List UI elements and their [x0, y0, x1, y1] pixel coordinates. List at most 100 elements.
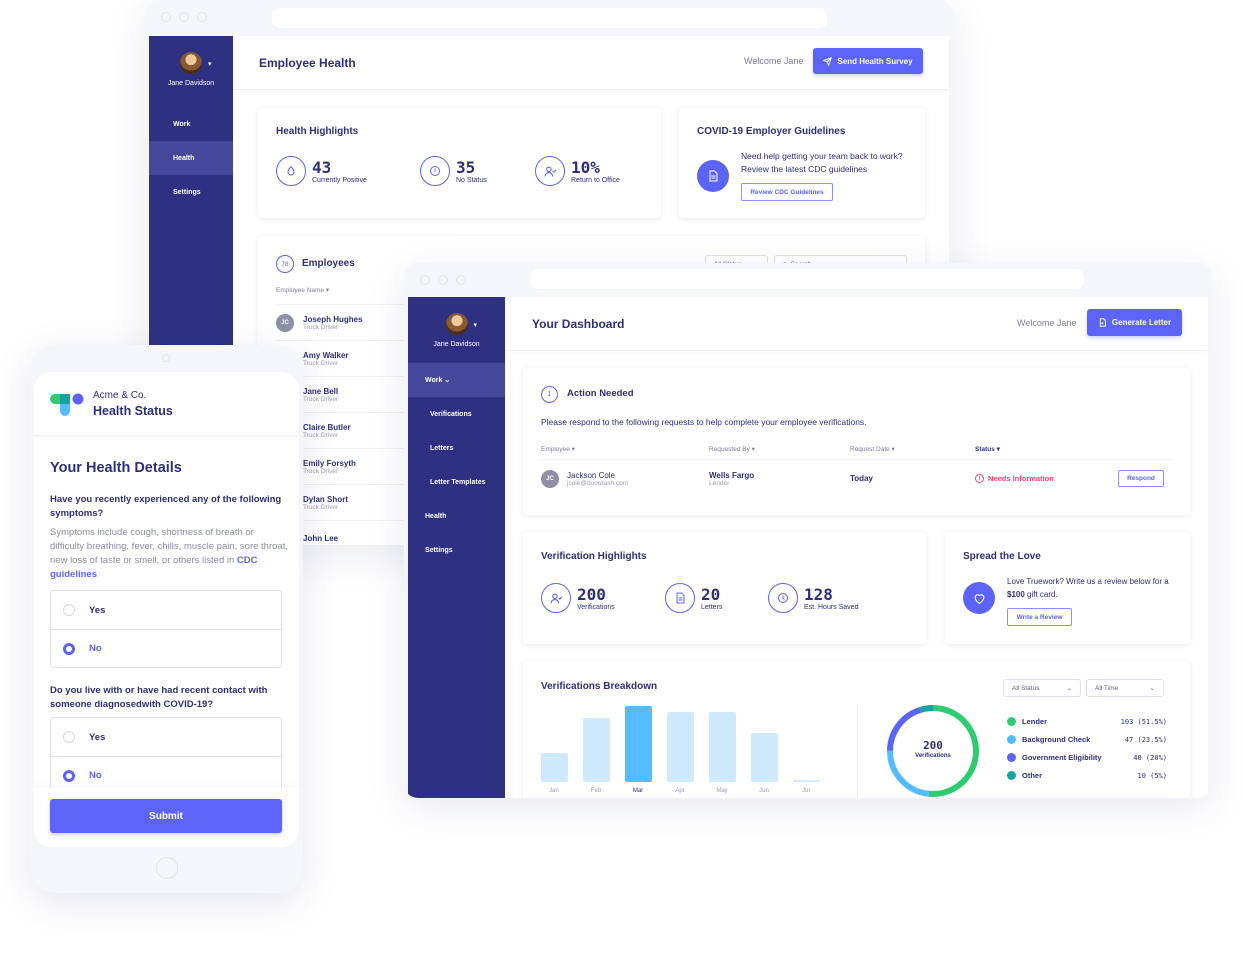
request-date: Today: [850, 474, 873, 483]
sidebar-item-label: Settings: [173, 188, 201, 196]
write-a-review-button[interactable]: Write a Review: [1007, 608, 1072, 626]
stat-value: 20: [701, 584, 721, 604]
stat-label: No Status: [456, 176, 487, 184]
respond-button[interactable]: Respond: [1118, 470, 1164, 487]
employee-role: Truck Driver: [303, 359, 339, 367]
employee-name: Jackson Cole: [567, 471, 616, 480]
guidelines-text: Need help getting your team back to work…: [741, 151, 903, 174]
legend-label: Background Check: [1022, 735, 1091, 744]
home-button[interactable]: [156, 857, 178, 879]
column-status[interactable]: Status ▾: [975, 445, 1000, 453]
sidebar-item-health[interactable]: Health: [149, 141, 233, 175]
submit-bar: Submit: [34, 788, 299, 847]
radio-button-selected[interactable]: [63, 769, 75, 782]
table-row[interactable]: JC Jackson Cole jcole@doordash.com Wells …: [541, 460, 1172, 498]
x-tick-label: Apr: [675, 788, 685, 794]
bar-jan[interactable]: [541, 753, 568, 782]
sidebar-item-work[interactable]: Work: [149, 107, 233, 141]
legend-value: 103 (51.5%): [1120, 717, 1167, 726]
sidebar-item-verifications[interactable]: Verifications: [408, 397, 505, 431]
x-tick-label: May: [716, 788, 728, 794]
window-dot[interactable]: [420, 275, 430, 285]
stat-value: 43: [312, 157, 332, 177]
bar-may[interactable]: [709, 712, 736, 782]
sidebar-item-label: Work: [173, 120, 191, 128]
company-logo-icon: [50, 393, 84, 416]
company-name: Acme & Co.: [93, 390, 147, 401]
time-filter[interactable]: All Time ⌄: [1086, 679, 1164, 697]
avatar[interactable]: ▾: [445, 313, 477, 335]
employee-name: Claire Butler: [303, 422, 351, 432]
main-content: Your Dashboard Welcome Jane Generate Let…: [505, 297, 1208, 798]
bar-feb[interactable]: [583, 718, 610, 782]
select-value: All Status: [1012, 684, 1040, 692]
status-filter[interactable]: All Status ⌄: [1003, 679, 1081, 697]
option-no[interactable]: No: [51, 629, 281, 667]
radio-button[interactable]: [63, 604, 75, 616]
alert-icon: !: [975, 474, 984, 483]
select-value: All Time: [1095, 684, 1119, 692]
covid-guidelines-card: COVID-19 Employer Guidelines Need help g…: [679, 108, 925, 218]
sidebar-item-settings[interactable]: Settings: [408, 533, 505, 567]
user-menu[interactable]: ▾ Jane Davidson: [408, 297, 505, 348]
verification-highlights-card: Verification Highlights 200 Verifications…: [523, 532, 926, 644]
column-requested-by[interactable]: Requested By ▾: [709, 445, 755, 453]
send-health-survey-button[interactable]: Send Health Survey: [813, 48, 923, 74]
review-cdc-guidelines-button[interactable]: Review CDC Guidelines: [741, 183, 833, 201]
dashboard-window: ▾ Jane Davidson Work ⌄ Verifications Let…: [404, 263, 1212, 798]
bar-apr[interactable]: [667, 712, 694, 782]
window-dot[interactable]: [438, 275, 448, 285]
review-text: Love Truework? Write us a review below f…: [1007, 577, 1169, 599]
window-dot[interactable]: [179, 12, 189, 22]
option-yes[interactable]: Yes: [51, 591, 281, 629]
x-tick-label: Mar: [632, 788, 644, 794]
column-employee[interactable]: Employee ▾: [541, 445, 575, 453]
symptoms-help-text: Symptoms include cough, shortness of bre…: [50, 527, 288, 580]
legend-value: 10 (5%): [1137, 771, 1167, 780]
employee-role: Truck Driver: [303, 323, 339, 331]
option-yes[interactable]: Yes: [51, 718, 281, 756]
phone-title: Health Status: [93, 404, 173, 418]
avatar: JC: [541, 470, 559, 488]
donut-legend: Lender 103 (51.5%) Background Check 47 (23.…: [1007, 717, 1167, 787]
stat-currently-positive: 43 Currently Positive: [276, 156, 367, 186]
submit-button[interactable]: Submit: [50, 799, 282, 833]
header: Employee Health Welcome Jane Send Health…: [233, 36, 949, 90]
sidebar-item-letters[interactable]: Letters: [408, 431, 505, 465]
chevron-down-icon: ⌄: [444, 377, 451, 384]
welcome-text: Welcome Jane: [744, 56, 804, 66]
legend-label: Government Eligibility: [1022, 753, 1102, 762]
column-request-date[interactable]: Request Date ▾: [850, 445, 895, 453]
generate-letter-button[interactable]: Generate Letter: [1087, 309, 1182, 336]
window-dot[interactable]: [161, 12, 171, 22]
address-bar[interactable]: [272, 8, 827, 28]
column-employee-name[interactable]: Employee Name ▾: [276, 286, 329, 294]
radio-button-selected[interactable]: [63, 642, 75, 655]
window-dot[interactable]: [197, 12, 207, 22]
legend-dot: [1007, 771, 1016, 780]
user-menu[interactable]: ▾ Jane Davidson: [149, 36, 233, 87]
address-bar[interactable]: [530, 269, 1084, 289]
bar-jul[interactable]: [793, 779, 820, 782]
stat-no-status: 35 No Status: [420, 156, 487, 186]
legend-item: Government Eligibility 40 (20%): [1007, 753, 1167, 762]
contact-options: Yes No: [50, 717, 282, 794]
header: Your Dashboard Welcome Jane Generate Let…: [505, 297, 1208, 351]
legend-dot: [1007, 717, 1016, 726]
radio-button[interactable]: [63, 731, 75, 743]
sidebar-item-health[interactable]: Health: [408, 499, 505, 533]
caret-down-icon: ▾: [473, 322, 478, 329]
document-icon: [665, 583, 695, 613]
sidebar-item-letter-templates[interactable]: Letter Templates: [408, 465, 505, 499]
sidebar-item-label: Letter Templates: [430, 478, 486, 486]
x-tick-label: Jul: [802, 788, 810, 794]
bar-chart: Jan Feb Mar Apr May Jun Jul: [523, 661, 853, 798]
button-label: Generate Letter: [1111, 318, 1172, 327]
stat-value: 128: [804, 584, 833, 604]
sidebar-item-settings[interactable]: Settings: [149, 175, 233, 209]
bar-jun[interactable]: [751, 732, 778, 782]
window-dot[interactable]: [456, 275, 466, 285]
sidebar-item-work[interactable]: Work ⌄: [408, 363, 505, 397]
avatar[interactable]: ▾: [180, 52, 212, 74]
bar-mar[interactable]: [625, 706, 652, 782]
